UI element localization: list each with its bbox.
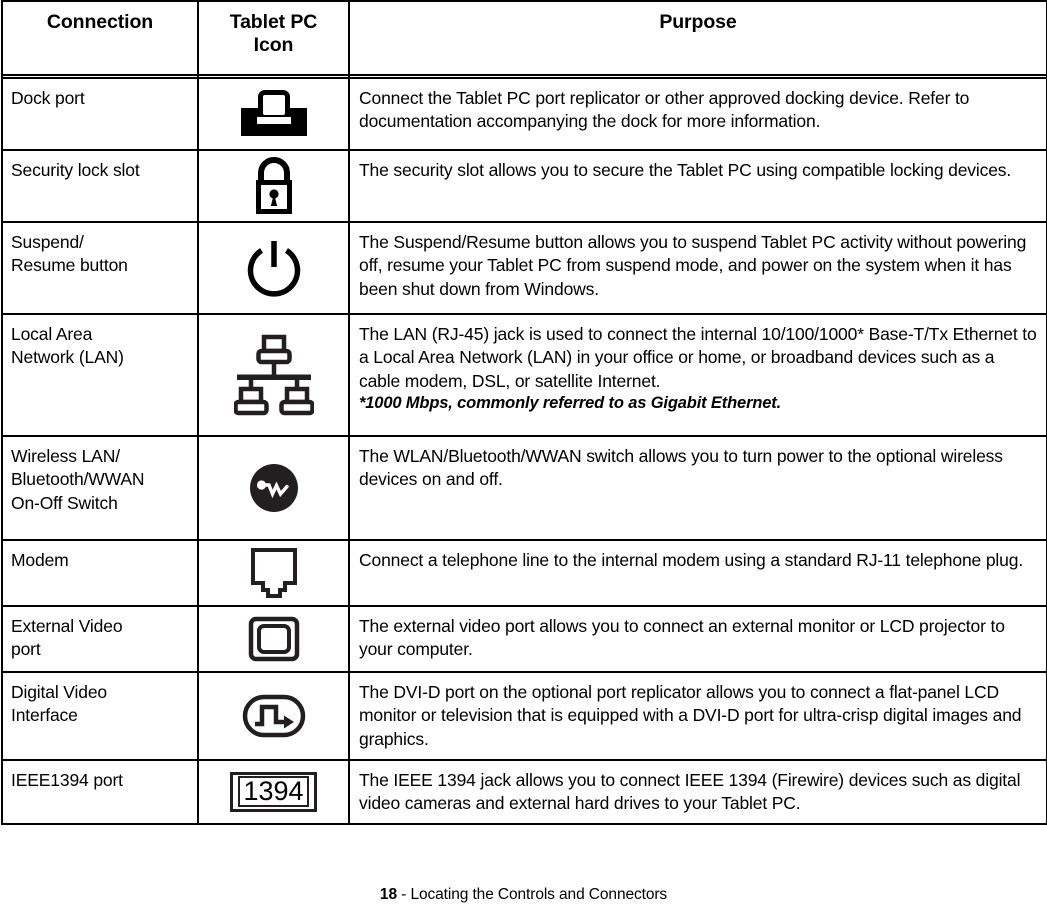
cell-purpose: Connect the Tablet PC port replicator or… — [349, 77, 1047, 150]
cell-purpose: Connect a telephone line to the internal… — [349, 539, 1047, 606]
cell-purpose: The LAN (RJ-45) jack is used to connect … — [349, 313, 1047, 436]
cell-icon — [198, 313, 350, 436]
table-row: Suspend/ Resume button The Suspend/Resum… — [2, 221, 1047, 314]
cell-connection: Suspend/ Resume button — [2, 221, 199, 314]
purpose-footnote: *1000 Mbps, commonly referred to as Giga… — [359, 393, 782, 412]
page-footer: 18 - Locating the Controls and Connector… — [0, 886, 1047, 904]
cell-icon — [198, 671, 350, 760]
dvi-icon — [199, 692, 348, 740]
table-row: IEEE1394 port 1394 The IEEE 1394 jack al… — [2, 758, 1047, 825]
footer-separator: - — [396, 886, 411, 903]
power-button-icon — [199, 236, 348, 300]
column-header-tablet-pc-icon: Tablet PC Icon — [198, 1, 350, 76]
table-header: Connection Tablet PC Icon Purpose — [2, 1, 1047, 76]
table-row: Security lock slot The security slot all… — [2, 149, 1047, 222]
cell-icon — [198, 435, 350, 540]
table-row: Dock port Connect the Tablet PC port rep… — [2, 77, 1047, 150]
footer-title: Locating the Controls and Connectors — [410, 886, 668, 903]
column-header-icon-line1: Tablet PC — [229, 11, 318, 33]
footer-page-number: 18 — [379, 886, 397, 903]
cell-purpose: The IEEE 1394 jack allows you to connect… — [349, 758, 1047, 825]
lan-network-icon — [199, 333, 348, 417]
cell-connection: Security lock slot — [2, 149, 199, 222]
ieee1394-icon-label: 1394 — [243, 776, 304, 807]
cell-purpose: The DVI-D port on the optional port repl… — [349, 671, 1047, 760]
cell-purpose: The external video port allows you to co… — [349, 605, 1047, 672]
ieee1394-icon: 1394 — [199, 772, 348, 813]
cell-connection: External Video port — [2, 605, 199, 672]
cell-icon — [198, 77, 350, 150]
table-row: External Video port The external video p… — [2, 605, 1047, 672]
modem-jack-icon — [199, 547, 348, 599]
table-row: Local Area Network (LAN) The LAN (RJ-45)… — [2, 313, 1047, 436]
table-row: Wireless LAN/ Bluetooth/WWAN On-Off Swit… — [2, 435, 1047, 540]
page: Connection Tablet PC Icon Purpose Dock p… — [0, 0, 1047, 918]
cell-purpose: The WLAN/Bluetooth/WWAN switch allows yo… — [349, 435, 1047, 540]
cell-icon — [198, 149, 350, 222]
cell-connection: IEEE1394 port — [2, 758, 199, 825]
table-body: Dock port Connect the Tablet PC port rep… — [2, 74, 1047, 825]
dock-port-icon — [199, 90, 348, 138]
column-header-icon-line2: Icon — [253, 34, 294, 56]
cell-icon — [198, 605, 350, 672]
external-video-monitor-icon — [199, 616, 348, 662]
cell-connection: Dock port — [2, 77, 199, 150]
cell-connection: Modem — [2, 539, 199, 606]
wireless-switch-icon — [199, 460, 348, 516]
purpose-text: The LAN (RJ-45) jack is used to connect … — [359, 324, 1037, 391]
cell-connection: Wireless LAN/ Bluetooth/WWAN On-Off Swit… — [2, 435, 199, 540]
cell-connection: Local Area Network (LAN) — [2, 313, 199, 436]
column-header-purpose: Purpose — [349, 1, 1047, 76]
padlock-icon — [199, 156, 348, 216]
connections-table: Connection Tablet PC Icon Purpose Dock p… — [1, 0, 1047, 826]
table-row: Digital Video Interface The DVI-D port o… — [2, 671, 1047, 760]
table-row: Modem Connect a telephone line to the in… — [2, 539, 1047, 606]
cell-icon: 1394 — [198, 758, 350, 825]
column-header-connection: Connection — [2, 1, 199, 76]
cell-purpose: The security slot allows you to secure t… — [349, 149, 1047, 222]
cell-icon — [198, 539, 350, 606]
cell-icon — [198, 221, 350, 314]
cell-purpose: The Suspend/Resume button allows you to … — [349, 221, 1047, 314]
cell-connection: Digital Video Interface — [2, 671, 199, 760]
table-header-row: Connection Tablet PC Icon Purpose — [2, 1, 1047, 76]
